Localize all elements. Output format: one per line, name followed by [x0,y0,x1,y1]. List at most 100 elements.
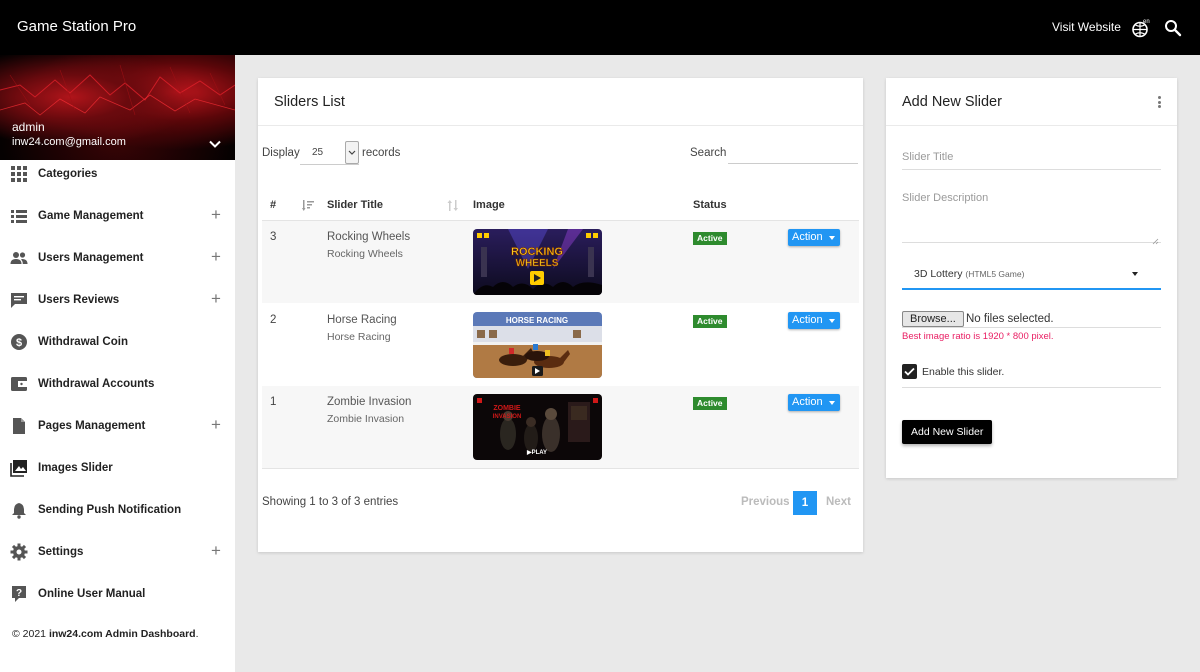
browse-button[interactable]: Browse... [902,311,964,327]
sidebar-item-withdrawal-coin[interactable]: $ Withdrawal Coin [0,328,235,370]
brand-title[interactable]: Game Station Pro [17,18,136,35]
enable-slider-checkbox[interactable] [902,364,917,379]
slider-description-input[interactable] [902,192,1161,243]
sort-desc-icon[interactable] [302,199,314,212]
chevron-down-icon[interactable] [345,141,359,164]
sidebar-item-label: Withdrawal Coin [38,336,128,348]
caret-down-icon [828,319,835,323]
svg-text:ROCKING: ROCKING [511,246,563,258]
slider-subtitle: Rocking Wheels [327,248,403,260]
sliders-list-card: Sliders List Display 25 records Search #… [258,78,863,552]
copyright-suffix: . [195,628,199,640]
bell-icon [10,501,28,519]
pagination-previous[interactable]: Previous [741,496,790,508]
slider-subtitle: Horse Racing [327,331,391,343]
action-button[interactable]: Action [788,312,840,329]
sidebar-item-label: Withdrawal Accounts [38,378,155,390]
records-label: records [362,147,401,159]
display-records-select[interactable]: 25 [300,141,359,165]
search-label: Search [690,147,727,159]
pagination-page-1[interactable]: 1 [793,491,817,515]
grid-icon [10,165,28,183]
people-icon [10,249,28,267]
resize-grip-icon[interactable] [1152,234,1159,245]
card-title: Add New Slider [902,94,1002,110]
column-header-status[interactable]: Status [693,199,727,211]
wallet-icon [10,375,28,393]
sidebar-item-online-user-manual[interactable]: ? Online User Manual [0,580,235,622]
caret-down-icon [828,236,835,240]
table-bottom-divider [262,468,859,469]
top-bar: Game Station Pro Visit Website en [0,0,1200,55]
sidebar-item-label: Online User Manual [38,588,146,600]
enable-slider-label[interactable]: Enable this slider. [922,366,1004,378]
divider [258,125,863,126]
action-label: Action [792,231,823,243]
status-badge: Active [693,315,727,328]
column-header-title[interactable]: Slider Title [327,199,383,211]
action-button[interactable]: Action [788,229,840,246]
sidebar-item-label: Pages Management [38,420,146,432]
sidebar-item-settings[interactable]: Settings + [0,538,235,580]
sidebar-item-label: Sending Push Notification [38,504,182,516]
search-input[interactable] [728,142,858,164]
sidebar-item-withdrawal-accounts[interactable]: Withdrawal Accounts [0,370,235,412]
slider-thumbnail: HORSE RACING [473,312,602,378]
slider-title-input[interactable] [902,144,1161,170]
globe-icon[interactable]: en [1130,18,1150,38]
page-icon [10,417,28,435]
add-slider-card: Add New Slider 3D Lottery (HTML5 Game) B… [886,78,1177,478]
copyright-brand[interactable]: inw24.com Admin Dashboard [49,628,196,640]
file-status: No files selected. [966,313,1054,325]
sidebar-item-label: Settings [38,546,84,558]
comment-icon [10,291,28,309]
more-vert-icon[interactable] [1158,96,1162,110]
sidebar-item-images-slider[interactable]: Images Slider [0,454,235,496]
sidebar-item-game-management[interactable]: Game Management + [0,202,235,244]
copyright: © 2021 inw24.com Admin Dashboard. [12,628,199,640]
plus-icon[interactable]: + [211,541,221,561]
sidebar-item-users-management[interactable]: Users Management + [0,244,235,286]
status-badge: Active [693,397,727,410]
table-row: 3 Rocking Wheels Rocking Wheels ROCKING … [262,221,859,303]
sidebar-item-pages-management[interactable]: Pages Management + [0,412,235,454]
sidebar-item-push-notification[interactable]: Sending Push Notification [0,496,235,538]
plus-icon[interactable]: + [211,247,221,267]
chevron-down-icon[interactable] [208,137,222,151]
visit-website-link[interactable]: Visit Website [1052,20,1121,34]
svg-text:ZOMBIE: ZOMBIE [493,405,521,412]
game-select[interactable]: 3D Lottery (HTML5 Game) [902,258,1161,290]
game-select-name: 3D Lottery [914,268,963,280]
sidebar-item-categories[interactable]: Categories [0,160,235,202]
display-value: 25 [312,147,324,158]
plus-icon[interactable]: + [211,289,221,309]
slider-title: Horse Racing [327,314,397,326]
row-number: 2 [270,314,277,326]
column-header-image[interactable]: Image [473,199,505,211]
svg-text:WHEELS: WHEELS [516,258,559,269]
column-header-num[interactable]: # [270,199,276,211]
sidebar-item-users-reviews[interactable]: Users Reviews + [0,286,235,328]
sidebar-item-label: Users Reviews [38,294,120,306]
caret-down-icon [1132,272,1138,276]
pagination-next[interactable]: Next [826,496,851,508]
row-number: 3 [270,231,277,243]
add-new-slider-button[interactable]: Add New Slider [902,420,993,444]
sort-icon[interactable] [447,199,459,212]
svg-text:INVASION: INVASION [493,414,522,420]
action-button[interactable]: Action [788,394,840,411]
plus-icon[interactable]: + [211,205,221,225]
file-upload: Browse... No files selected. [902,310,1161,328]
image-icon [10,459,28,477]
gear-icon [10,543,28,561]
sidebar-item-label: Categories [38,168,98,180]
search-icon[interactable] [1164,19,1182,37]
enable-slider-row: Enable this slider. [902,364,1161,388]
row-number: 1 [270,396,277,408]
status-badge: Active [693,232,727,245]
svg-text:HORSE RACING: HORSE RACING [506,316,568,325]
svg-text:$: $ [16,337,22,349]
table-row: 1 Zombie Invasion Zombie Invasion ZOMBIE… [262,386,859,468]
plus-icon[interactable]: + [211,415,221,435]
slider-title: Zombie Invasion [327,396,412,408]
